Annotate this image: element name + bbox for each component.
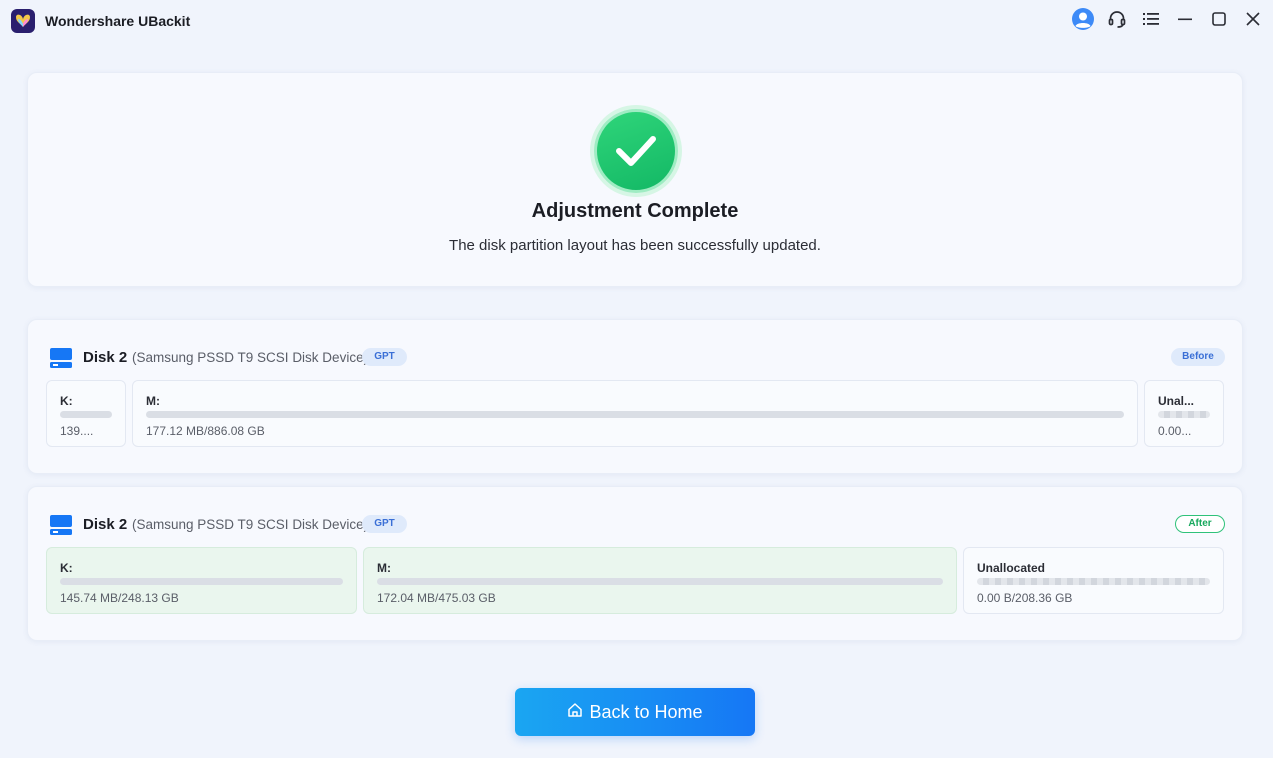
partition-label: M: — [377, 561, 391, 575]
disk-model: (Samsung PSSD T9 SCSI Disk Device) — [132, 350, 369, 365]
disk-before-card: Disk 2 (Samsung PSSD T9 SCSI Disk Device… — [27, 319, 1243, 474]
partition-style-badge: GPT — [362, 348, 407, 366]
menu-icon — [1142, 11, 1160, 32]
maximize-button[interactable] — [1206, 8, 1232, 34]
after-badge: After — [1175, 515, 1225, 533]
partition-label: Unal... — [1158, 394, 1195, 408]
partition-block-m[interactable]: M: 172.04 MB/475.03 GB — [363, 547, 957, 614]
disk-name: Disk 2 — [83, 516, 128, 533]
disk-icon — [49, 514, 73, 536]
partition-usage-bar — [60, 578, 343, 585]
user-icon — [1071, 7, 1095, 36]
partition-label: Unallocated — [977, 561, 1046, 575]
partition-size: 177.12 MB/886.08 GB — [146, 424, 265, 438]
disk-model: (Samsung PSSD T9 SCSI Disk Device) — [132, 517, 369, 532]
disk-name: Disk 2 — [83, 349, 128, 366]
back-to-home-label: Back to Home — [589, 701, 703, 722]
partition-label: M: — [146, 394, 160, 408]
partition-block-unallocated[interactable]: Unallocated 0.00 B/208.36 GB — [963, 547, 1224, 614]
partition-size: 172.04 MB/475.03 GB — [377, 591, 496, 605]
partition-size: 145.74 MB/248.13 GB — [60, 591, 179, 605]
partition-block-k[interactable]: K: 145.74 MB/248.13 GB — [46, 547, 357, 614]
headset-icon — [1107, 9, 1127, 34]
partition-size: 0.00... — [1158, 424, 1192, 438]
partition-usage-bar — [377, 578, 943, 585]
title-bar: Wondershare UBackit — [0, 0, 1273, 42]
close-icon — [1245, 11, 1261, 32]
close-button[interactable] — [1240, 8, 1266, 34]
partition-label: K: — [60, 394, 73, 408]
minimize-button[interactable] — [1172, 8, 1198, 34]
partition-size: 139.... — [60, 424, 94, 438]
minimize-icon — [1177, 11, 1193, 32]
home-icon — [567, 702, 583, 723]
success-check-icon — [594, 109, 678, 193]
back-to-home-button[interactable]: Back to Home — [515, 688, 755, 736]
partition-label: K: — [60, 561, 73, 575]
result-card: Adjustment Complete The disk partition l… — [27, 72, 1243, 287]
partition-usage-bar — [146, 411, 1124, 418]
result-title: Adjustment Complete — [531, 200, 739, 222]
main-menu-button[interactable] — [1138, 8, 1164, 34]
partition-usage-bar — [1158, 411, 1210, 418]
app-logo-icon — [11, 9, 35, 33]
result-description: The disk partition layout has been succe… — [449, 237, 821, 254]
partition-block-unallocated[interactable]: Unal... 0.00... — [1144, 380, 1224, 447]
app-title: Wondershare UBackit — [45, 13, 191, 29]
partition-style-badge: GPT — [362, 515, 407, 533]
disk-after-card: Disk 2 (Samsung PSSD T9 SCSI Disk Device… — [27, 486, 1243, 641]
maximize-icon — [1211, 11, 1227, 32]
support-button[interactable] — [1104, 8, 1130, 34]
partition-usage-bar — [60, 411, 112, 418]
partition-block-m[interactable]: M: 177.12 MB/886.08 GB — [132, 380, 1138, 447]
disk-icon — [49, 347, 73, 369]
partition-usage-bar — [977, 578, 1210, 585]
partition-size: 0.00 B/208.36 GB — [977, 591, 1073, 605]
before-badge: Before — [1171, 348, 1225, 366]
user-avatar-button[interactable] — [1070, 7, 1096, 36]
partition-block-k[interactable]: K: 139.... — [46, 380, 126, 447]
